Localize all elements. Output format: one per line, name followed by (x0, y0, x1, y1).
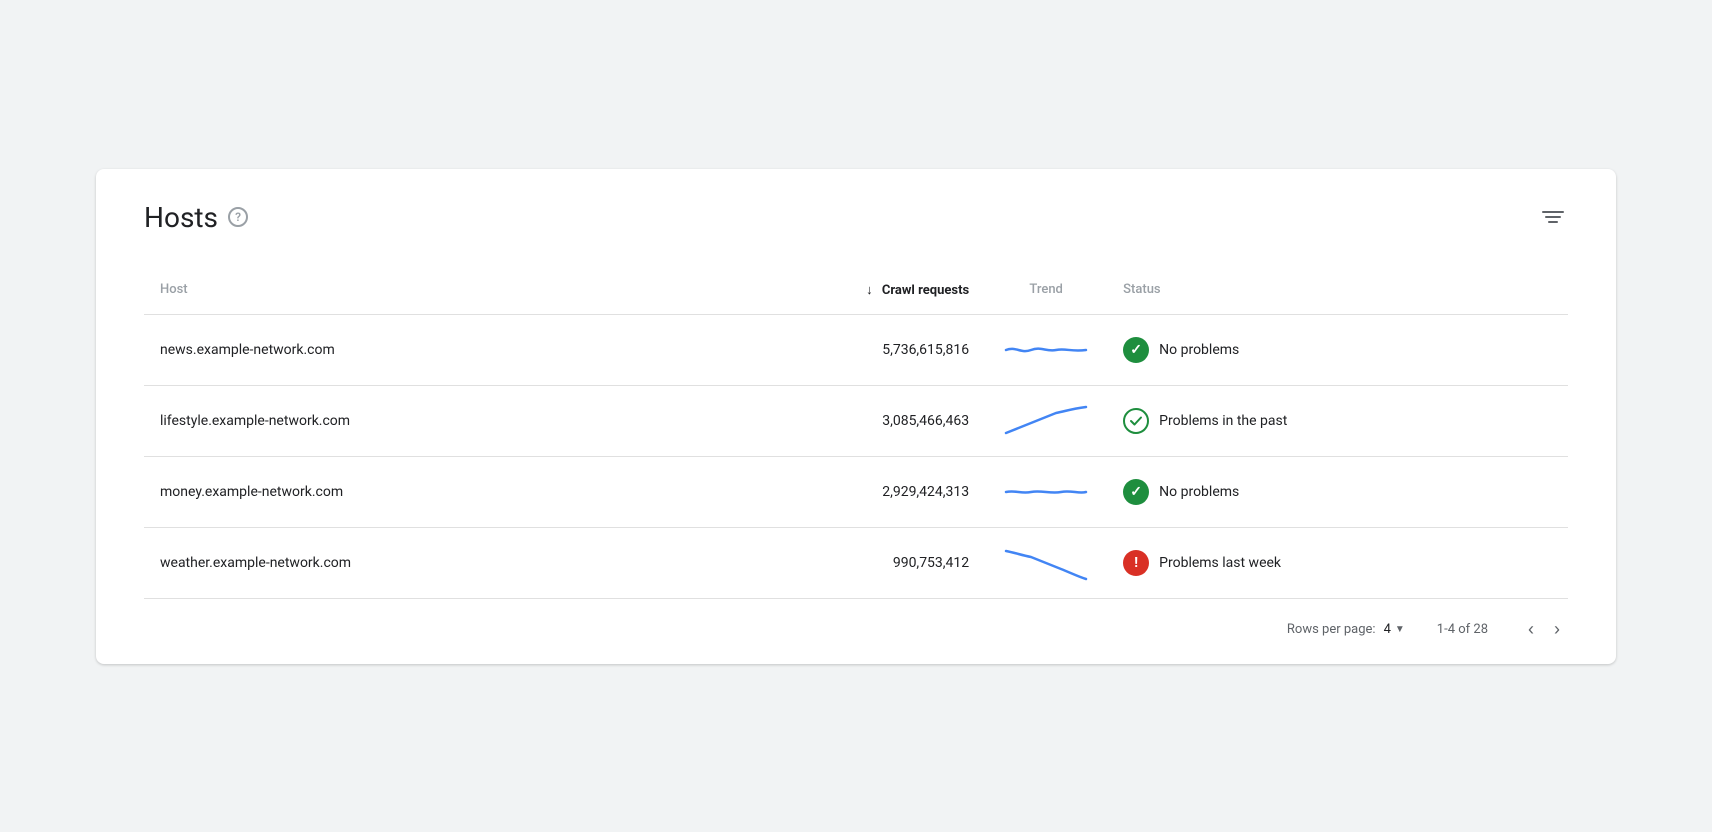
table-row: news.example-network.com 5,736,615,816 ✓… (144, 314, 1568, 385)
col-header-status: Status (1107, 270, 1568, 315)
status-container: ! Problems last week (1123, 550, 1552, 576)
rows-dropdown-arrow: ▼ (1395, 624, 1405, 635)
next-page-button[interactable]: › (1546, 615, 1568, 644)
title-row: Hosts ? (144, 201, 248, 234)
status-icon-ok: ✓ (1123, 479, 1149, 505)
rows-per-page-label: Rows per page: (1287, 622, 1376, 637)
trend-cell (985, 456, 1107, 527)
status-cell: ✓ No problems (1107, 456, 1568, 527)
host-cell: news.example-network.com (144, 314, 668, 385)
status-icon-past (1123, 408, 1149, 434)
table-row: lifestyle.example-network.com 3,085,466,… (144, 385, 1568, 456)
status-icon-ok: ✓ (1123, 337, 1149, 363)
filter-button[interactable] (1538, 207, 1568, 227)
host-cell: lifestyle.example-network.com (144, 385, 668, 456)
status-container: ✓ No problems (1123, 479, 1552, 505)
filter-line-2 (1545, 216, 1561, 218)
table-footer: Rows per page: 4 ▼ 1-4 of 28 ‹ › (144, 599, 1568, 664)
status-icon-error: ! (1123, 550, 1149, 576)
trend-cell (985, 385, 1107, 456)
filter-line-1 (1542, 211, 1564, 213)
status-text: Problems in the past (1159, 413, 1287, 429)
col-header-trend: Trend (985, 270, 1107, 315)
card-header: Hosts ? (144, 201, 1568, 234)
page-title: Hosts (144, 201, 218, 234)
table-row: weather.example-network.com 990,753,412 … (144, 527, 1568, 598)
status-container: ✓ No problems (1123, 337, 1552, 363)
pagination-nav: ‹ › (1520, 615, 1568, 644)
status-cell: Problems in the past (1107, 385, 1568, 456)
hosts-table: Host ↓ Crawl requests Trend Status news.… (144, 270, 1568, 599)
col-header-host: Host (144, 270, 668, 315)
host-cell: weather.example-network.com (144, 527, 668, 598)
rows-per-page: Rows per page: 4 ▼ (1287, 622, 1405, 637)
hosts-card: Hosts ? Host ↓ Crawl requests Trend (96, 169, 1616, 664)
rows-count-value: 4 (1384, 622, 1391, 637)
host-cell: money.example-network.com (144, 456, 668, 527)
status-cell: ✓ No problems (1107, 314, 1568, 385)
crawl-cell: 3,085,466,463 (668, 385, 985, 456)
status-text: No problems (1159, 342, 1239, 358)
rows-count-selector[interactable]: 4 ▼ (1384, 622, 1405, 637)
status-text: Problems last week (1159, 555, 1281, 571)
crawl-cell: 2,929,424,313 (668, 456, 985, 527)
crawl-cell: 5,736,615,816 (668, 314, 985, 385)
check-svg (1129, 414, 1143, 428)
status-text: No problems (1159, 484, 1239, 500)
page-info: 1-4 of 28 (1437, 622, 1488, 637)
col-header-crawl: ↓ Crawl requests (668, 270, 985, 315)
filter-line-3 (1548, 221, 1558, 223)
prev-page-button[interactable]: ‹ (1520, 615, 1542, 644)
status-container: Problems in the past (1123, 408, 1552, 434)
trend-cell (985, 314, 1107, 385)
crawl-cell: 990,753,412 (668, 527, 985, 598)
status-cell: ! Problems last week (1107, 527, 1568, 598)
help-icon[interactable]: ? (228, 207, 248, 227)
trend-cell (985, 527, 1107, 598)
table-row: money.example-network.com 2,929,424,313 … (144, 456, 1568, 527)
